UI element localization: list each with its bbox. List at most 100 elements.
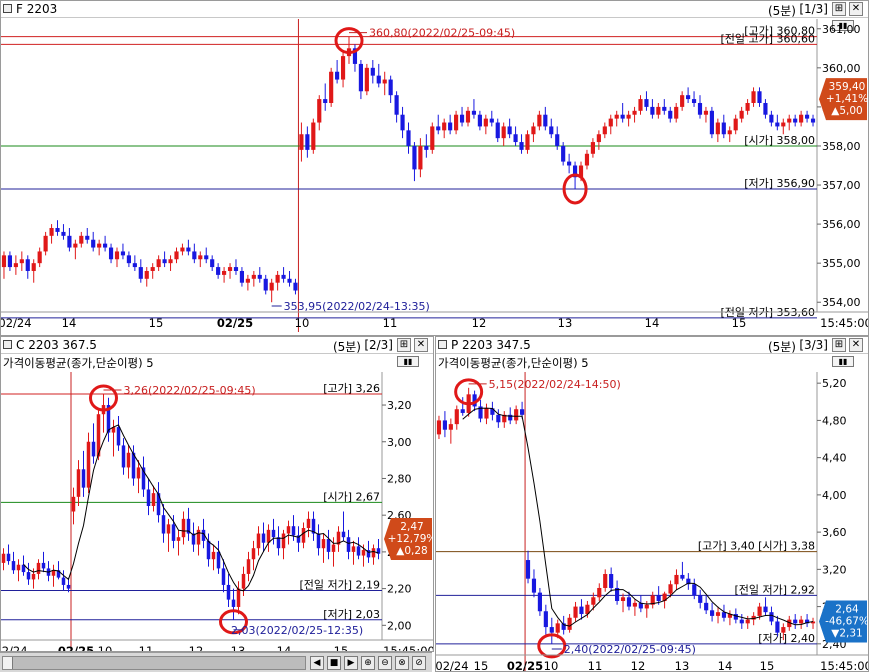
chart-settings-icon[interactable]: ▮▮ xyxy=(832,356,854,367)
candle-body xyxy=(316,533,321,549)
candle-body xyxy=(301,528,306,543)
candle-body xyxy=(256,533,261,549)
candle-body xyxy=(745,102,750,111)
interval-label: (5분) xyxy=(767,4,796,18)
current-price-badge: 2,64-46,67%▼2,31 xyxy=(819,600,868,643)
high-annotation: 5,15(2022/02/24-14:50) xyxy=(489,378,621,391)
panel-title-bar[interactable]: F 2203 (5분) [1/3] ⊞ ✕ xyxy=(1,1,868,18)
x-tick-label: 15 xyxy=(760,659,775,672)
candle-body xyxy=(114,251,120,260)
candle-body xyxy=(196,529,201,545)
candle-body xyxy=(691,99,697,103)
candle-body xyxy=(454,114,459,131)
candle-body xyxy=(733,614,738,620)
candle-body xyxy=(323,99,328,103)
panel-menu-icon[interactable] xyxy=(3,340,12,349)
restore-window-icon[interactable]: ⊞ xyxy=(832,338,846,352)
candle-body xyxy=(525,560,531,579)
candle-body xyxy=(136,467,141,479)
candle-body xyxy=(561,145,566,162)
candle-body xyxy=(331,544,336,552)
candle-body xyxy=(321,539,326,549)
candle-body xyxy=(793,118,798,123)
candle-body xyxy=(609,574,614,588)
x-tick-label: 10 xyxy=(98,644,113,652)
candle-body xyxy=(116,427,121,446)
panel-menu-icon[interactable] xyxy=(438,340,447,349)
y-tick-label: 3,00 xyxy=(387,436,412,449)
candle-body xyxy=(326,539,331,552)
y-tick-label: 355,00 xyxy=(822,257,861,270)
candle-body xyxy=(484,408,489,419)
zoom-reset-icon[interactable]: ⊗ xyxy=(395,656,409,670)
candle-body xyxy=(31,263,36,271)
candle-body xyxy=(442,420,447,430)
candle-body xyxy=(739,110,744,119)
candle-body xyxy=(406,130,411,146)
candle-body xyxy=(25,259,30,271)
chart-panel-C[interactable]: C 2203 367.5 (5분) [2/3] ⊞ ✕ ▮▮ 가격이동평균(종가,단순이평)… xyxy=(0,336,434,652)
indicator-legend: 가격이동평균(종가,단순이평) 5 xyxy=(3,356,154,370)
panel-menu-icon[interactable] xyxy=(3,4,12,13)
reference-line-label: [고가] 3,26 xyxy=(323,382,380,395)
chart-settings-icon[interactable]: ▮▮ xyxy=(397,356,419,367)
candle-body xyxy=(241,573,246,589)
x-tick-label: 11 xyxy=(588,659,603,672)
candle-body xyxy=(150,267,155,271)
candle-body xyxy=(501,126,506,139)
restore-window-icon[interactable]: ⊞ xyxy=(397,338,411,352)
chart-panel-P[interactable]: P 2203 347.5 (5분) [3/3] ⊞ ✕ ▮▮ 가격이동평균(종가,단순이평)… xyxy=(435,336,869,672)
y-tick-label: 3,60 xyxy=(822,526,847,539)
candle-body xyxy=(85,235,90,240)
stop-button[interactable]: ■ xyxy=(327,656,341,670)
page-indicator: [1/3] xyxy=(799,2,828,16)
candle-body xyxy=(388,79,393,96)
candle-body xyxy=(477,114,482,127)
candle-body xyxy=(91,441,96,457)
close-icon[interactable]: ✕ xyxy=(849,2,863,16)
candle-body xyxy=(442,122,447,131)
candle-body xyxy=(460,409,465,413)
price-chart-F[interactable]: 354,00355,00356,00357,00358,00359,00360,… xyxy=(1,19,869,336)
candle-body xyxy=(317,99,322,123)
y-tick-label: 4,40 xyxy=(822,452,847,465)
price-chart-C[interactable]: 2,002,202,402,602,803,003,20[고가] 3,26[시가… xyxy=(1,372,434,652)
candle-body xyxy=(394,95,399,115)
candle-body xyxy=(120,251,126,256)
candle-body xyxy=(680,95,685,107)
candle-body xyxy=(769,114,774,123)
candle-body xyxy=(579,606,584,615)
candle-body xyxy=(192,251,197,260)
candle-body xyxy=(11,561,16,571)
candle-body xyxy=(97,243,102,248)
candle-body xyxy=(596,134,601,143)
scroll-right-button[interactable]: ▶ xyxy=(344,656,358,670)
close-icon[interactable]: ✕ xyxy=(414,338,428,352)
zoom-tool-icon[interactable]: ⊘ xyxy=(412,656,426,670)
candle-body xyxy=(371,548,376,558)
scroll-thumb[interactable] xyxy=(3,657,13,669)
candle-body xyxy=(305,134,310,150)
candle-body xyxy=(454,409,459,425)
candle-body xyxy=(226,584,231,600)
low-annotation: 2,40(2022/02/25-09:45) xyxy=(564,643,696,656)
candle-body xyxy=(16,564,21,571)
candle-body xyxy=(41,562,46,569)
price-chart-P[interactable]: 2,402,803,203,604,004,404,805,20[고가] 3,4… xyxy=(436,372,869,672)
zoom-in-icon[interactable]: ⊕ xyxy=(361,656,375,670)
candle-body xyxy=(739,619,744,624)
restore-window-icon[interactable]: ⊞ xyxy=(832,2,846,16)
chart-panel-F[interactable]: F 2203 (5분) [1/3] ⊞ ✕ ▮▮ 354,00 355,00 356,00 357… xyxy=(0,0,869,336)
panel-title-bar[interactable]: C 2203 367.5 (5분) [2/3] ⊞ ✕ xyxy=(1,337,433,354)
x-tick-label: 15:45:00 xyxy=(383,644,434,652)
scroll-left-button[interactable]: ◀ xyxy=(310,656,324,670)
reference-line-label: [전일 저가] 2,19 xyxy=(299,577,380,591)
candle-body xyxy=(186,247,191,252)
close-icon[interactable]: ✕ xyxy=(849,338,863,352)
candle-body xyxy=(692,584,697,596)
time-scrollbar[interactable]: ◀ ■ ▶ ⊕ ⊖ ⊗ ⊘ xyxy=(0,652,432,672)
scroll-track[interactable] xyxy=(2,656,306,670)
zoom-out-icon[interactable]: ⊖ xyxy=(378,656,392,670)
panel-title-bar[interactable]: P 2203 347.5 (5분) [3/3] ⊞ ✕ xyxy=(436,337,868,354)
panel-title: P 2203 347.5 xyxy=(451,338,531,352)
